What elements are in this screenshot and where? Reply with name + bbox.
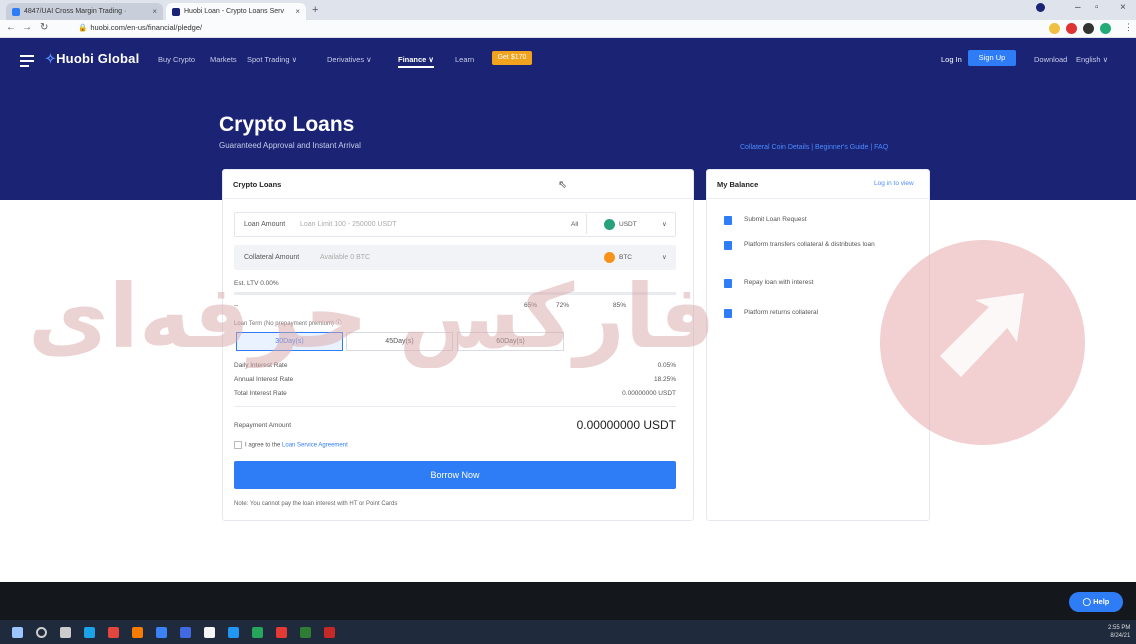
loan-amount-placeholder: Loan Limit 100 - 250000 USDT [300,221,397,228]
note-text: Note: You cannot pay the loan interest w… [234,501,398,507]
account-icon[interactable] [1100,23,1111,34]
agreement-link[interactable]: Loan Service Agreement [282,443,348,449]
edge-icon[interactable] [84,627,95,638]
star-icon[interactable] [1049,23,1060,34]
browser-tab-1[interactable]: 4847/UAI Cross Margin Trading · × [6,3,163,20]
loan-all-button[interactable]: All [571,221,578,228]
page-title: Crypto Loans [219,113,355,136]
tab-title: 4847/UAI Cross Margin Trading · [24,8,127,15]
tab-favicon-icon [172,7,180,16]
app-icon[interactable] [252,627,263,638]
chevron-down-icon[interactable]: ∨ [662,220,667,228]
minimize-icon[interactable]: – [1075,2,1081,13]
mouse-cursor-icon: ⇖ [558,179,568,191]
watermark-text: فارکس حرفه‌ای [28,265,716,368]
new-tab-icon[interactable]: + [312,4,318,16]
hamburger-menu-icon[interactable] [20,55,34,70]
chevron-down-icon[interactable]: ∨ [662,253,667,261]
step-item: Platform transfers collateral & distribu… [724,241,914,250]
firefox-icon[interactable] [132,627,143,638]
lock-icon: 🔒 [78,23,88,32]
profile-icon[interactable] [1036,3,1045,12]
reload-icon[interactable]: ↻ [40,22,48,33]
site-footer [0,582,1136,620]
menu-icon[interactable]: ⋮ [1124,22,1133,33]
usdt-coin-icon [604,219,615,230]
page-subtitle: Guaranteed Approval and Instant Arrival [219,141,361,150]
taskbar-clock: 2:55 PM 8/24/21 [1108,625,1131,639]
app-icon[interactable] [180,627,191,638]
language-select[interactable]: English ∨ [1076,55,1108,64]
total-interest-row: Total Interest Rate 0.00000000 USDT [234,390,676,397]
loan-card-header [222,169,694,199]
loan-coin-select[interactable]: USDT [619,221,637,228]
download-link[interactable]: Download [1034,55,1067,64]
excel-icon[interactable] [300,627,311,638]
get-reward-button[interactable]: Get $170 [492,51,532,65]
repayment-label: Repayment Amount [234,422,292,429]
app-icon[interactable] [276,627,287,638]
watermark-arrow-icon [940,293,1024,377]
extension-icon[interactable] [1066,23,1077,34]
chat-icon: ◯ [1082,597,1094,606]
task-view-icon[interactable] [60,627,71,638]
document-icon [724,216,732,225]
app-icon[interactable] [324,627,335,638]
back-icon[interactable]: ← [6,22,16,33]
divider [586,214,587,234]
forward-icon[interactable]: → [22,22,32,33]
step-item: Repay loan with interest [724,279,914,288]
repayment-amount: 0.00000000 USDT [576,418,676,432]
checkbox-icon[interactable] [234,441,242,449]
nav-finance[interactable]: Finance ∨ [398,55,434,68]
agreement-checkbox[interactable]: I agree to the Loan Service Agreement [234,441,348,449]
repay-icon [724,279,732,288]
nav-learn[interactable]: Learn [455,55,474,64]
transfer-icon [724,241,732,250]
nav-derivatives[interactable]: Derivatives ∨ [327,55,372,64]
loan-card-title: Crypto Loans [233,180,282,189]
return-icon [724,309,732,318]
signup-button[interactable]: Sign Up [968,50,1016,66]
balance-login-link[interactable]: Log in to view [874,180,914,187]
url-field[interactable]: 🔒 huobi.com/en-us/financial/pledge/ [78,23,202,32]
app-icon[interactable] [156,627,167,638]
hero-links[interactable]: Collateral Coin Details | Beginner's Gui… [740,144,888,151]
close-icon[interactable]: × [295,7,300,16]
loan-amount-label: Loan Amount [244,221,286,228]
annual-interest-row: Annual Interest Rate 18.25% [234,376,676,383]
window-close-icon[interactable]: × [1120,2,1126,13]
tab-title: Huobi Loan - Crypto Loans Serv [184,8,284,15]
chrome-icon[interactable] [108,627,119,638]
collateral-amount-label: Collateral Amount [244,254,300,261]
step-item: Submit Loan Request [724,216,914,225]
browser-tab-2[interactable]: Huobi Loan - Crypto Loans Serv × [166,3,306,20]
store-icon[interactable] [204,627,215,638]
help-button[interactable]: ◯ Help [1069,592,1123,612]
extensions-puzzle-icon[interactable] [1083,23,1094,34]
collateral-placeholder: Available 0 BTC [320,254,371,261]
nav-buy-crypto[interactable]: Buy Crypto [158,55,195,64]
close-icon[interactable]: × [152,7,157,16]
nav-spot-trading[interactable]: Spot Trading ∨ [247,55,297,64]
collateral-coin-select[interactable]: BTC [619,254,632,261]
taskbar [0,620,1136,644]
divider [234,406,676,407]
tab-favicon-icon [12,7,20,16]
nav-markets[interactable]: Markets [210,55,237,64]
app-icon[interactable] [228,627,239,638]
search-icon[interactable] [36,627,47,638]
huobi-logo[interactable]: ✧Huobi Global [45,51,139,67]
maximize-icon[interactable]: ▫ [1095,2,1099,13]
btc-coin-icon [604,252,615,263]
borrow-now-button[interactable]: Borrow Now [234,461,676,489]
login-link[interactable]: Log In [941,55,962,64]
windows-start-icon[interactable] [12,627,23,638]
balance-title: My Balance [717,180,759,189]
